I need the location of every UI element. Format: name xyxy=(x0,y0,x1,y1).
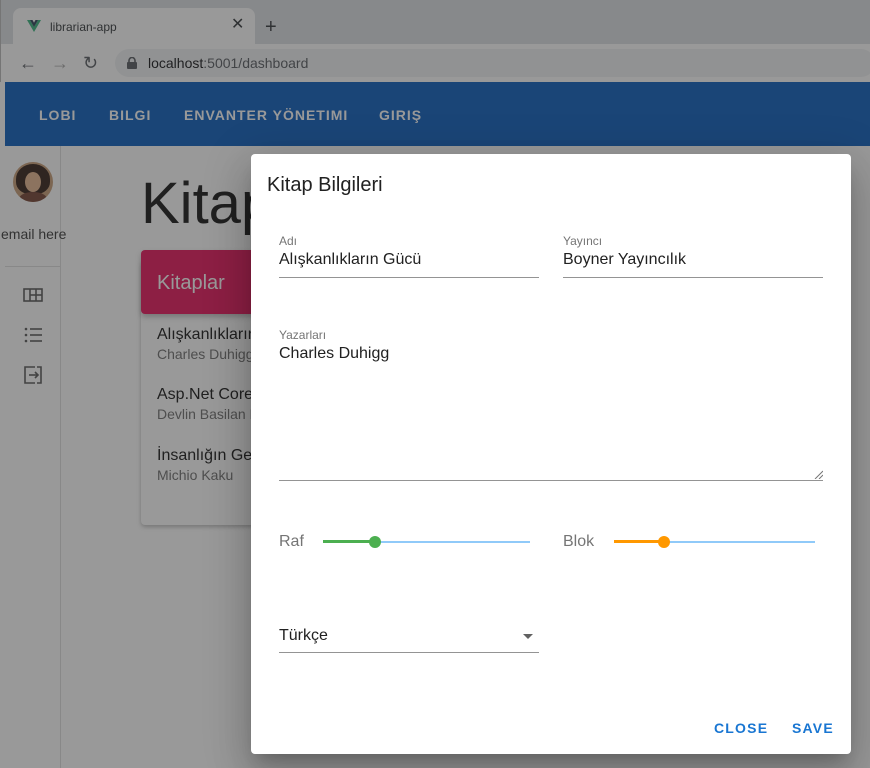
publisher-label: Yayıncı xyxy=(563,234,603,248)
dropdown-arrow-icon xyxy=(523,634,533,639)
authors-underline xyxy=(279,480,823,481)
save-button[interactable]: SAVE xyxy=(792,720,834,736)
language-select[interactable]: Türkçe xyxy=(279,610,539,653)
publisher-value: Boyner Yayıncılık xyxy=(563,251,687,268)
authors-label: Yazarları xyxy=(279,328,327,342)
authors-value: Charles Duhigg xyxy=(279,345,390,362)
block-slider[interactable] xyxy=(614,532,815,552)
publisher-field[interactable]: Yayıncı Boyner Yayıncılık xyxy=(563,234,823,278)
block-slider-thumb[interactable] xyxy=(658,536,671,548)
shelf-slider[interactable] xyxy=(323,532,530,552)
name-label: Adı xyxy=(279,234,298,248)
shelf-slider-thumb[interactable] xyxy=(368,536,381,548)
shelf-slider-fill xyxy=(323,540,375,543)
name-value: Alışkanlıkların Gücü xyxy=(279,251,422,268)
authors-textarea[interactable]: Yazarları Charles Duhigg xyxy=(279,328,823,481)
block-label: Blok xyxy=(563,533,595,550)
block-slider-fill xyxy=(614,540,665,543)
name-underline xyxy=(279,277,539,278)
name-field[interactable]: Adı Alışkanlıkların Gücü xyxy=(279,234,539,278)
shelf-label: Raf xyxy=(279,533,304,550)
resize-grip-icon[interactable] xyxy=(813,469,823,479)
publisher-underline xyxy=(563,277,823,278)
dialog-title: Kitap Bilgileri xyxy=(267,174,383,196)
language-value: Türkçe xyxy=(279,627,328,644)
close-button[interactable]: CLOSE xyxy=(714,720,768,736)
language-underline xyxy=(279,652,539,653)
book-info-dialog: Kitap Bilgileri Adı Alışkanlıkların Gücü… xyxy=(251,154,851,754)
